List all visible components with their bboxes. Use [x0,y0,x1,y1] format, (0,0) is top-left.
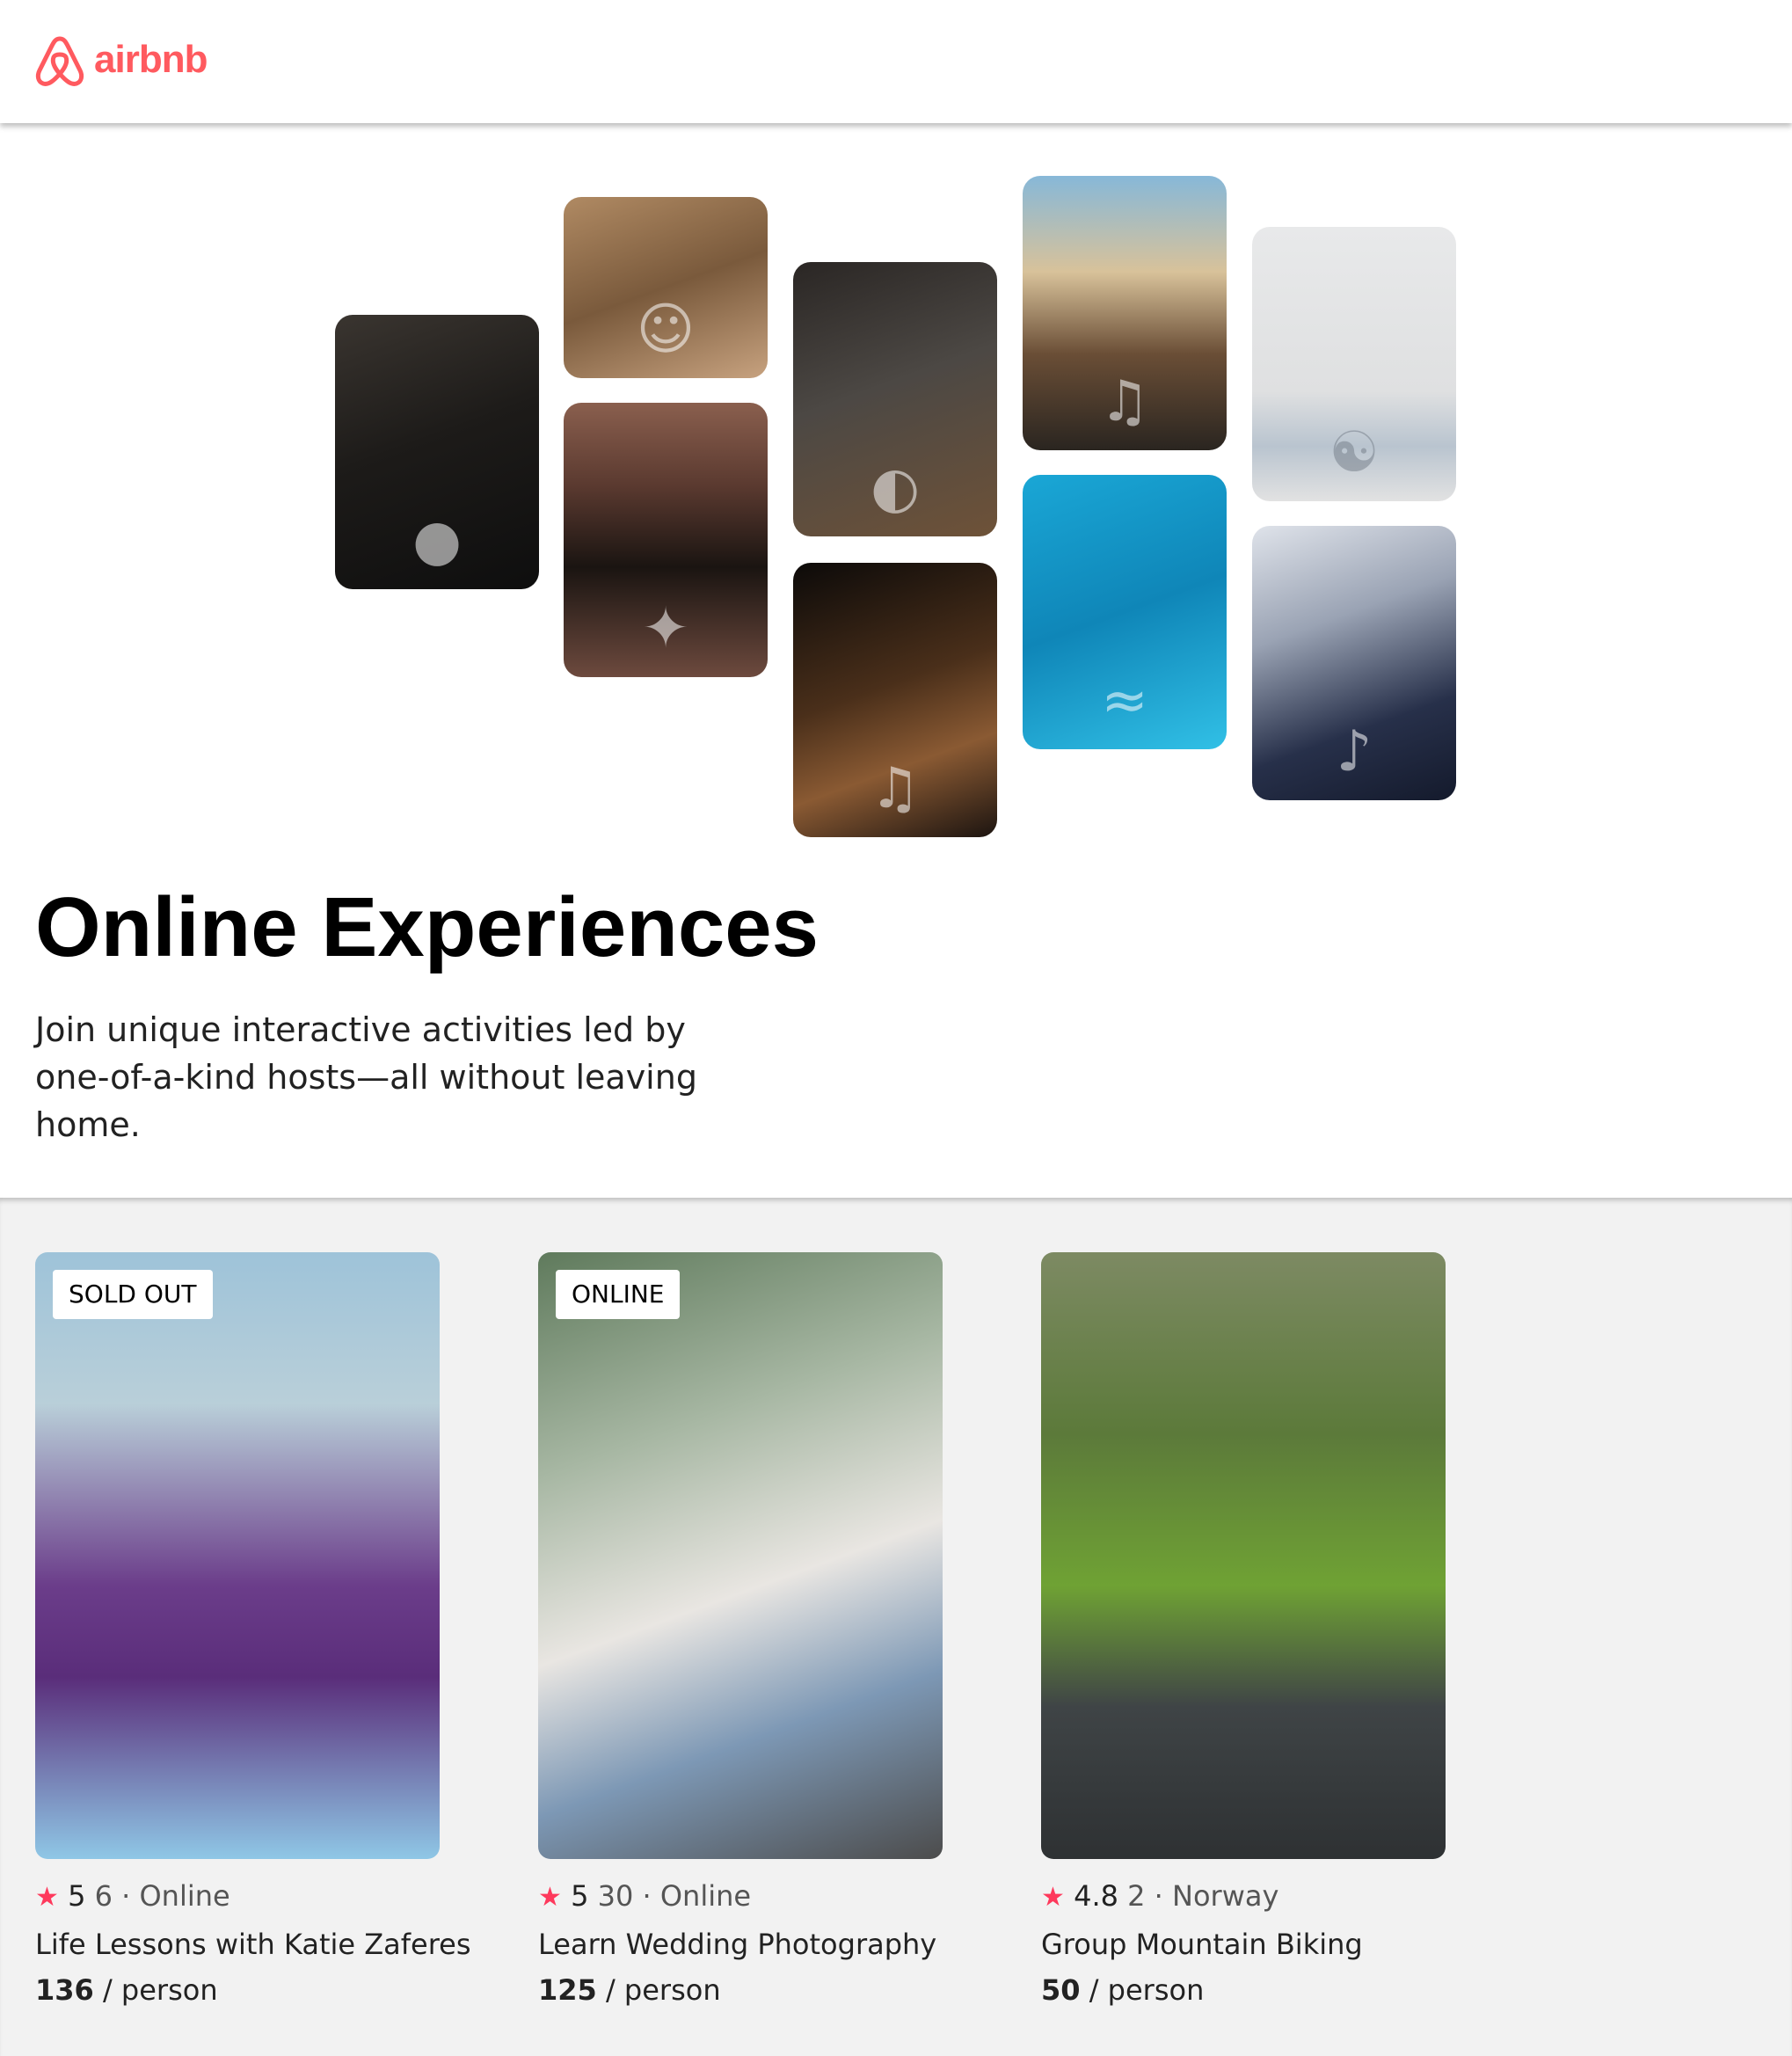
airbnb-belo-icon [35,36,84,86]
experience-card[interactable]: ★ 4.8 2 · Norway Group Mountain Biking 5… [1041,1252,1447,2009]
card-price-unit: / person [102,1973,218,2007]
card-location: Online [139,1879,230,1913]
yoga-icon: ☯ [1329,420,1380,485]
navbar: airbnb [0,0,1792,123]
page-subtitle: Join unique interactive activities led b… [35,1010,697,1144]
card-title[interactable]: Life Lessons with Katie Zaferes [35,1926,471,1963]
bowl-garnish-photo: ◐ [793,262,997,536]
card-review-count: 2 [1127,1879,1146,1913]
person-icon: ☺ [636,297,696,362]
mountain-cyclist-photo[interactable] [1041,1252,1446,1859]
card-title[interactable]: Group Mountain Biking [1041,1926,1447,1963]
status-badge: SOLD OUT [53,1270,213,1319]
acoustic-guitar-photo: ♫ [793,563,997,837]
card-price: 50 / person [1041,1972,1447,2009]
swimmer-pool-photo: ≈ [1023,475,1227,749]
card-price-unit: / person [1089,1973,1205,2007]
star-icon: ★ [35,1882,59,1913]
star-icon: ★ [1041,1882,1065,1913]
star-icon: ★ [538,1882,562,1913]
status-badge: ONLINE [556,1270,681,1319]
card-separator: · [1154,1879,1163,1913]
card-price: 125 / person [538,1972,944,2009]
card-separator: · [121,1879,131,1913]
yoga-meditation-photo: ☯ [1252,227,1456,501]
card-review-count: 30 [597,1879,634,1913]
card-rating-row: ★ 5 30 · Online [538,1878,944,1915]
card-rating-row: ★ 4.8 2 · Norway [1041,1878,1447,1915]
baker-macarons-photo: ☺ [564,197,768,378]
card-price-amount: 136 [35,1973,94,2007]
cooking-pans-photo: ● [335,315,539,589]
card-rating: 5 [571,1879,589,1913]
logo-wordmark: airbnb [94,38,208,81]
card-location: Online [659,1879,752,1913]
guitar-icon: ♫ [870,756,921,821]
card-review-count: 6 [94,1879,113,1913]
pan-icon: ● [412,508,462,573]
experience-card[interactable]: ONLINE ★ 5 30 · Online Learn Wedding Pho… [538,1252,944,2009]
card-rating: 4.8 [1074,1879,1118,1913]
dancer-icon: ✦ [642,596,689,661]
airbnb-logo[interactable]: airbnb [34,32,208,88]
bowl-icon: ◐ [871,456,920,521]
dancer-doorway-photo: ✦ [564,403,768,677]
wedding-couple-photo[interactable]: ONLINE [538,1252,943,1859]
swimmer-icon: ≈ [1101,668,1148,733]
singer-microphone-photo: ♪ [1252,526,1456,800]
experience-card[interactable]: SOLD OUT ★ 5 6 · Online Life Lessons wit… [35,1252,471,2009]
card-rating-row: ★ 5 6 · Online [35,1878,441,1915]
card-price-amount: 125 [538,1973,597,2007]
card-rating: 5 [68,1879,86,1913]
card-price: 136 / person [35,1972,441,2009]
singer-icon: ♪ [1336,719,1373,784]
page-title: Online Experiences [35,880,820,974]
experience-cards-section: SOLD OUT ★ 5 6 · Online Life Lessons wit… [0,1198,1792,2056]
microphone-icon: ♫ [1099,369,1150,434]
runner-marathon-photo[interactable]: SOLD OUT [35,1252,440,1859]
card-separator: · [642,1879,652,1913]
card-price-unit: / person [605,1973,721,2007]
hero-photo-grid: ● ☺ ✦ ◐ ♫ ♫ ≈ ☯ ♪ [0,123,1792,844]
piano-microphone-photo: ♫ [1023,176,1227,450]
card-price-amount: 50 [1041,1973,1081,2007]
card-location: Norway [1172,1879,1279,1913]
card-title[interactable]: Learn Wedding Photography [538,1926,944,1963]
